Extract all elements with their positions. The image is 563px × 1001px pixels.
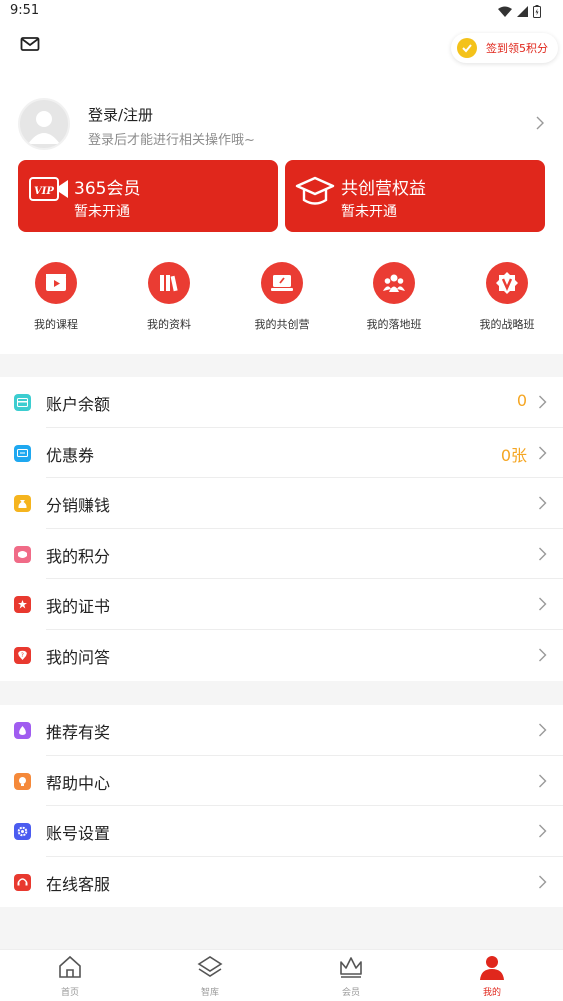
chevron-right-icon (539, 395, 547, 409)
tab-label: 会员 (341, 988, 360, 998)
bottom-navigation: 首页 智库 会员 我的 (0, 949, 563, 1001)
menu-label: 账户余额 (46, 395, 111, 414)
balance-value: 0 (516, 391, 527, 410)
menu-group-account: 账户余额 0 优惠券 0张 分销赚钱 我的积分 我的证书 ? 我的问答 (0, 377, 563, 681)
shortcut-my-materials[interactable]: 我的资料 (129, 262, 209, 332)
chevron-right-icon (539, 496, 547, 510)
settings-icon (14, 823, 31, 841)
menu-item-certificates[interactable]: 我的证书 (0, 579, 563, 630)
vip-camera-icon: VIP (29, 177, 68, 201)
tab-home[interactable]: 首页 (30, 954, 110, 998)
menu-label: 分销赚钱 (46, 496, 111, 516)
chevron-right-icon (539, 597, 547, 611)
question-icon: ? (14, 646, 31, 664)
mail-icon[interactable] (20, 36, 42, 54)
shortcut-my-landing-class[interactable]: 我的落地班 (354, 262, 434, 332)
money-bag-icon (14, 495, 31, 513)
menu-item-coupons[interactable]: 优惠券 0张 (0, 428, 563, 479)
shortcut-my-courses[interactable]: 我的课程 (16, 262, 96, 332)
shortcut-label: 我的战略班 (479, 318, 535, 331)
vip-365-card[interactable]: VIP 365会员 暂未开通 (18, 160, 278, 232)
menu-group-other: 推荐有奖 帮助中心 账号设置 在线客服 (0, 705, 563, 908)
login-hint: 登录后才能进行相关操作哦~ (88, 133, 255, 148)
menu-label: 帮助中心 (46, 773, 111, 793)
tab-label: 智库 (200, 988, 219, 998)
chevron-right-icon (539, 824, 547, 838)
signal-icon (517, 6, 528, 17)
chevron-right-icon (539, 723, 547, 737)
group-icon (373, 262, 415, 304)
home-icon (59, 955, 81, 978)
menu-label: 在线客服 (46, 874, 111, 894)
login-register-link[interactable]: 登录/注册 (88, 104, 153, 125)
card-title: 共创营权益 (341, 179, 426, 199)
tab-think-tank[interactable]: 智库 (170, 954, 250, 998)
card-status: 暂未开通 (74, 204, 130, 220)
lightbulb-icon (14, 772, 31, 790)
svg-text:?: ? (21, 652, 24, 659)
chevron-right-icon (539, 648, 547, 662)
shortcut-my-camp[interactable]: 我的共创营 (242, 262, 322, 332)
points-icon (14, 545, 31, 563)
shortcut-label: 我的课程 (34, 318, 78, 331)
menu-item-customer-service[interactable]: 在线客服 (0, 857, 563, 908)
chevron-right-icon[interactable] (535, 116, 545, 130)
menu-label: 账号设置 (46, 824, 111, 844)
signin-button[interactable]: 签到领5积分 (451, 33, 558, 63)
system-icons (498, 5, 541, 18)
coupon-count: 0张 (500, 445, 527, 465)
crown-icon (340, 957, 362, 978)
status-time: 9:51 (10, 3, 40, 18)
menu-label: 我的积分 (46, 546, 111, 566)
card-title: 365会员 (74, 179, 141, 199)
shortcut-my-strategy-class[interactable]: 我的战略班 (467, 262, 547, 332)
layers-icon (197, 956, 223, 977)
chevron-right-icon (539, 446, 547, 460)
menu-item-balance[interactable]: 账户余额 0 (0, 377, 563, 428)
shortcut-label: 我的资料 (147, 318, 191, 331)
menu-label: 推荐有奖 (46, 723, 111, 742)
menu-item-distribution[interactable]: 分销赚钱 (0, 478, 563, 529)
card-status: 暂未开通 (341, 204, 397, 220)
v-badge-icon (486, 262, 528, 304)
menu-label: 优惠券 (46, 445, 95, 465)
menu-item-account-settings[interactable]: 账号设置 (0, 806, 563, 857)
tab-label: 首页 (60, 988, 79, 998)
ticket-icon (14, 444, 31, 462)
user-icon (480, 956, 504, 980)
signin-label: 签到领5积分 (486, 42, 548, 55)
menu-item-referral[interactable]: 推荐有奖 (0, 705, 563, 756)
tab-mine[interactable]: 我的 (452, 954, 532, 998)
svg-text:VIP: VIP (34, 186, 54, 197)
chevron-right-icon (539, 875, 547, 889)
menu-label: 我的问答 (46, 647, 111, 667)
shortcut-grid: 我的课程 我的资料 我的共创营 我的落地班 我的战略班 (0, 262, 563, 332)
wallet-icon (14, 394, 31, 411)
gongchuang-card[interactable]: 共创营权益 暂未开通 (285, 160, 545, 232)
menu-item-help[interactable]: 帮助中心 (0, 756, 563, 807)
menu-item-points[interactable]: 我的积分 (0, 529, 563, 580)
wifi-icon (498, 6, 512, 17)
gift-drop-icon (14, 722, 31, 739)
video-icon (35, 262, 77, 304)
tab-membership[interactable]: 会员 (311, 954, 391, 998)
status-bar: 9:51 (0, 0, 563, 24)
tab-label: 我的 (482, 988, 501, 998)
menu-item-qa[interactable]: ? 我的问答 (0, 630, 563, 681)
shortcut-label: 我的落地班 (366, 318, 422, 331)
avatar[interactable] (18, 98, 70, 150)
graduation-cap-icon (295, 176, 335, 205)
checkmark-coin-icon (457, 38, 477, 58)
books-icon (148, 262, 190, 304)
chevron-right-icon (539, 547, 547, 561)
chevron-right-icon (539, 774, 547, 788)
certificate-icon (14, 596, 31, 614)
menu-label: 我的证书 (46, 597, 111, 617)
shortcut-label: 我的共创营 (254, 318, 310, 331)
headset-icon (14, 873, 31, 891)
battery-icon (533, 5, 541, 18)
laptop-icon (261, 262, 303, 304)
